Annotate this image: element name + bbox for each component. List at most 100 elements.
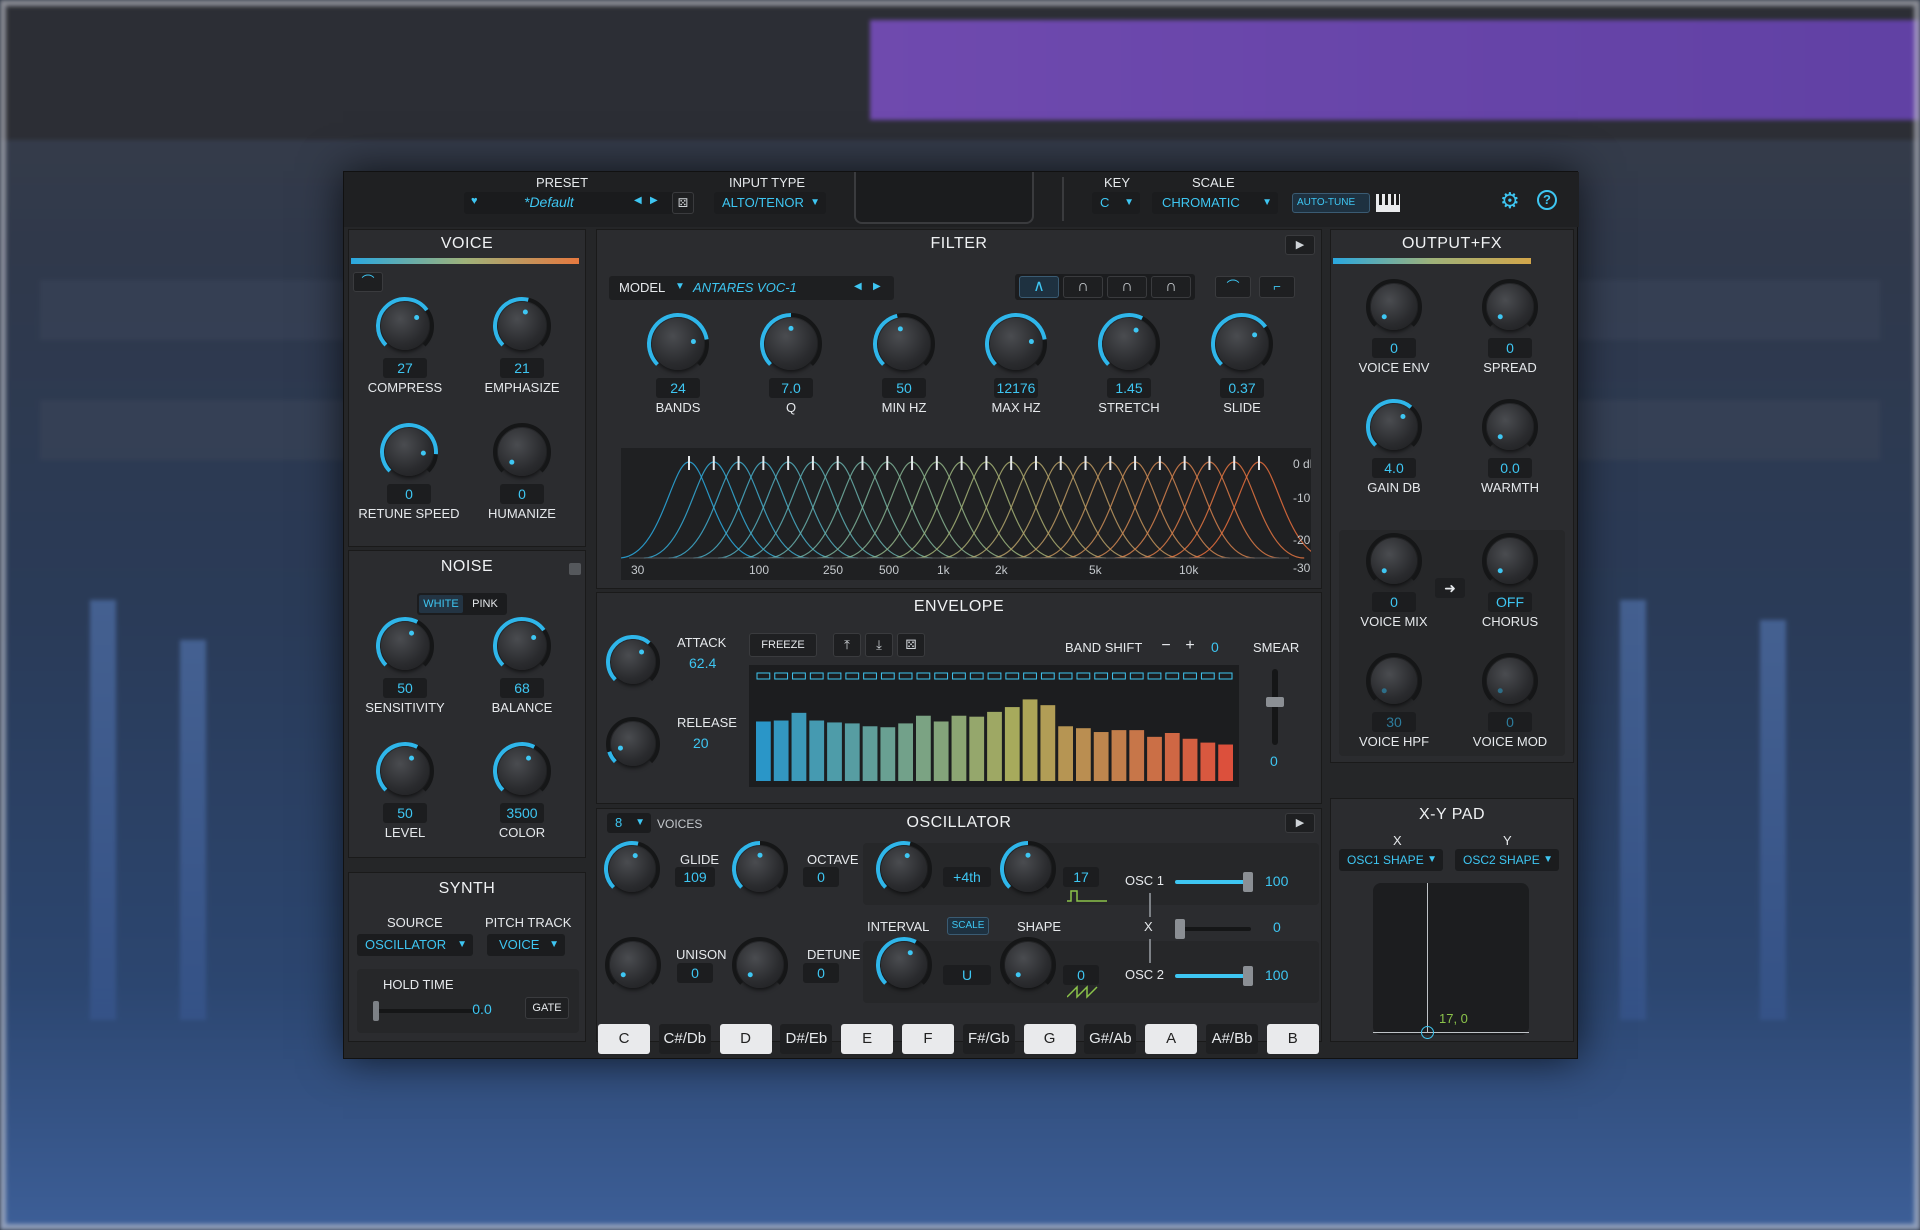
- key-d[interactable]: D: [719, 1024, 772, 1054]
- voice-mod-knob[interactable]: [1482, 653, 1538, 704]
- curve-icon[interactable]: ⌒: [353, 272, 383, 292]
- bandpass-narrow-icon[interactable]: ∩: [1107, 276, 1147, 298]
- freeze-button[interactable]: FREEZE: [749, 633, 817, 657]
- highpass-icon[interactable]: ⌐: [1259, 276, 1295, 298]
- voice-env-knob[interactable]: [1366, 279, 1422, 330]
- emphasize-knob[interactable]: [493, 297, 551, 350]
- min-hz-knob[interactable]: [873, 313, 935, 370]
- glide-knob[interactable]: [604, 841, 660, 892]
- attack-knob[interactable]: [606, 635, 660, 684]
- key-e[interactable]: E: [841, 1024, 894, 1054]
- xy-y-dropdown[interactable]: OSC2 SHAPE ▼: [1455, 849, 1559, 871]
- minus-icon[interactable]: −: [1157, 637, 1175, 655]
- slider-thumb[interactable]: [1243, 966, 1253, 986]
- heart-icon[interactable]: ♥: [471, 195, 478, 207]
- stretch-knob[interactable]: [1098, 313, 1160, 370]
- randomize-icon[interactable]: ⚄: [672, 192, 694, 214]
- balance-knob[interactable]: [493, 617, 551, 670]
- next-preset-icon[interactable]: ▶: [650, 195, 658, 206]
- smear-slider[interactable]: [1266, 669, 1284, 745]
- spread-knob[interactable]: [1482, 279, 1538, 330]
- humanize-knob[interactable]: [493, 423, 551, 476]
- octave-knob[interactable]: [732, 841, 788, 892]
- sensitivity-knob[interactable]: [376, 617, 434, 670]
- plus-icon[interactable]: +: [1181, 637, 1199, 655]
- key-cdb[interactable]: C#/Db: [658, 1024, 711, 1054]
- xy-x-dropdown[interactable]: OSC1 SHAPE ▼: [1339, 849, 1443, 871]
- play-icon[interactable]: ▶: [1285, 235, 1315, 255]
- slider-thumb[interactable]: [373, 1001, 379, 1021]
- gear-icon[interactable]: ⚙: [1500, 188, 1520, 214]
- release-knob[interactable]: [606, 717, 660, 766]
- prev-model-icon[interactable]: ◀: [854, 281, 862, 292]
- source-dropdown[interactable]: OSCILLATOR ▼: [357, 934, 473, 956]
- slider-thumb[interactable]: [1266, 697, 1284, 707]
- x-mix-slider[interactable]: [1175, 919, 1251, 939]
- level-knob[interactable]: [376, 742, 434, 795]
- key-f[interactable]: F: [902, 1024, 954, 1054]
- noise-toggle[interactable]: [569, 563, 581, 575]
- key-c[interactable]: C: [598, 1024, 650, 1054]
- voice-hpf-knob[interactable]: [1366, 653, 1422, 704]
- gate-button[interactable]: GATE: [525, 997, 569, 1019]
- key-fgb[interactable]: F#/Gb: [962, 1024, 1015, 1054]
- key-g[interactable]: G: [1023, 1024, 1076, 1054]
- white-noise-button[interactable]: WHITE: [419, 595, 463, 613]
- color-knob[interactable]: [493, 742, 551, 795]
- next-model-icon[interactable]: ▶: [873, 281, 881, 292]
- unison-knob[interactable]: [605, 937, 661, 988]
- shape-knob-2[interactable]: [1000, 937, 1056, 988]
- help-icon[interactable]: ?: [1537, 190, 1557, 210]
- piano-icon[interactable]: [1376, 194, 1400, 212]
- prev-preset-icon[interactable]: ◀: [634, 195, 642, 206]
- interval-knob[interactable]: [876, 841, 932, 892]
- upload-icon[interactable]: ⤒: [833, 633, 861, 657]
- pitch-track-dropdown[interactable]: VOICE ▼: [487, 934, 565, 956]
- xy-pad[interactable]: 17, 0: [1373, 883, 1529, 1039]
- q-knob[interactable]: [760, 313, 822, 370]
- scale-button[interactable]: SCALE: [947, 917, 989, 935]
- arrow-right-icon[interactable]: ➜: [1435, 578, 1465, 598]
- interval-value-bottom[interactable]: U: [943, 965, 991, 985]
- max-hz-knob[interactable]: [985, 313, 1047, 370]
- model-selector[interactable]: MODEL ▼ ANTARES VOC-1 ◀ ▶: [609, 276, 894, 300]
- retune-speed-knob[interactable]: [380, 423, 438, 476]
- interval-value-top[interactable]: +4th: [943, 867, 991, 887]
- envelope-bars[interactable]: [749, 665, 1239, 787]
- voices-dropdown[interactable]: 8 ▼: [607, 813, 651, 833]
- shape-knob[interactable]: [1000, 841, 1056, 892]
- osc2-level-slider[interactable]: [1175, 966, 1253, 986]
- osc1-level-slider[interactable]: [1175, 872, 1253, 892]
- compress-knob[interactable]: [376, 297, 434, 350]
- shape-value-top[interactable]: 17: [1063, 867, 1099, 887]
- detune-knob[interactable]: [732, 937, 788, 988]
- download-icon[interactable]: ⤓: [865, 633, 893, 657]
- pink-noise-button[interactable]: PINK: [465, 595, 505, 613]
- slider-thumb[interactable]: [1175, 919, 1185, 939]
- lowpass-icon[interactable]: ⌒: [1215, 276, 1251, 298]
- warmth-knob[interactable]: [1482, 399, 1538, 450]
- slider-thumb[interactable]: [1243, 872, 1253, 892]
- play-icon[interactable]: ▶: [1285, 813, 1315, 833]
- key-b[interactable]: B: [1266, 1024, 1319, 1054]
- input-type-dropdown[interactable]: ALTO/TENOR ▼: [714, 192, 826, 214]
- preset-selector[interactable]: ♥ *Default ◀ ▶: [464, 192, 674, 214]
- shape-value-bottom[interactable]: 0: [1063, 965, 1099, 985]
- key-deb[interactable]: D#/Eb: [780, 1024, 833, 1054]
- bands-knob[interactable]: [647, 313, 709, 370]
- gain-db-knob[interactable]: [1366, 399, 1422, 450]
- interval-knob-2[interactable]: [876, 937, 932, 988]
- slide-knob[interactable]: [1211, 313, 1273, 370]
- randomize-icon[interactable]: ⚄: [897, 633, 925, 657]
- key-dropdown[interactable]: C ▼: [1092, 192, 1140, 214]
- bandpass-icon[interactable]: ∩: [1063, 276, 1103, 298]
- scale-dropdown[interactable]: CHROMATIC ▼: [1152, 192, 1278, 214]
- chorus-knob[interactable]: [1482, 533, 1538, 584]
- bandpass-sharp-icon[interactable]: ∩: [1151, 276, 1191, 298]
- key-gab[interactable]: G#/Ab: [1084, 1024, 1137, 1054]
- auto-tune-button[interactable]: AUTO-TUNE: [1292, 193, 1370, 213]
- key-abb[interactable]: A#/Bb: [1206, 1024, 1258, 1054]
- xy-handle[interactable]: [1421, 1026, 1434, 1039]
- bandpass-wide-icon[interactable]: ∧: [1019, 276, 1059, 298]
- key-a[interactable]: A: [1145, 1024, 1198, 1054]
